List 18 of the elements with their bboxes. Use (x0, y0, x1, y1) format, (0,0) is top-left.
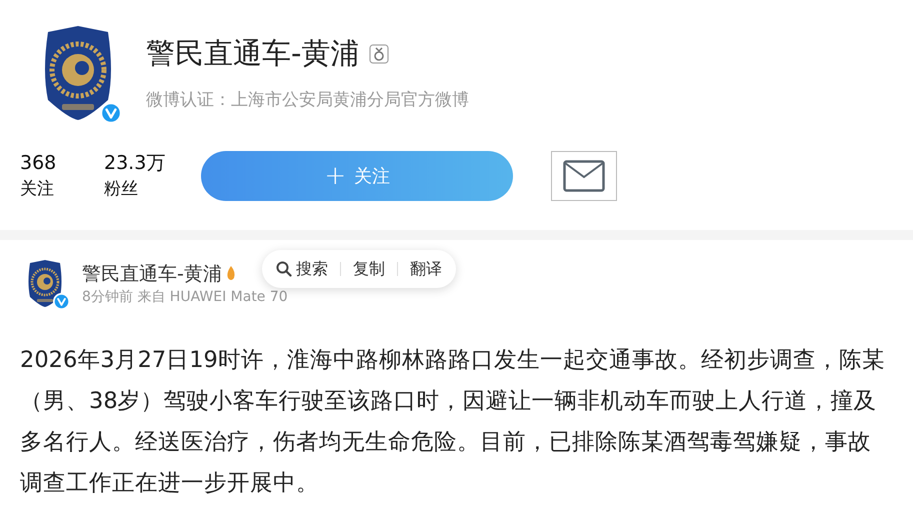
envelope-icon (563, 160, 606, 192)
profile-name: 警民直通车-黄浦 (146, 35, 360, 72)
stat-value: 23.3万 (104, 151, 166, 176)
menu-item[interactable]: 翻译 (410, 257, 442, 281)
plus-icon: + (324, 163, 346, 189)
flame-icon (226, 265, 236, 283)
menu-item[interactable]: 搜索 (276, 257, 328, 281)
message-button[interactable] (551, 151, 618, 201)
search-icon (276, 261, 292, 277)
stat-label: 粉丝 (104, 178, 139, 201)
menu-item[interactable]: 复制 (353, 257, 385, 281)
verification-text: 微博认证：上海市公安局黄浦分局官方微博 (146, 88, 469, 112)
post-meta: 8分钟前 来自 HUAWEI Mate 70 (82, 288, 288, 307)
gender-icon (369, 44, 390, 64)
author-name: 警民直通车-黄浦 (82, 262, 222, 287)
stat-value: 368 (20, 151, 58, 176)
stat-label: 关注 (20, 178, 55, 201)
post-text: 2026年3月27日19时许，淮海中路柳林路路口发生一起交通事故。经初步调查，陈某（男、38岁）驾驶小客车行驶至该路口时，因避让一辆非机动车而驶上人行道，撞及多名行人。经送医治疗，伤者均无生命危险。目前，已排除陈某酒驾毒驾嫌疑，事故调查工作正在进一步开展中。 (20, 346, 886, 498)
